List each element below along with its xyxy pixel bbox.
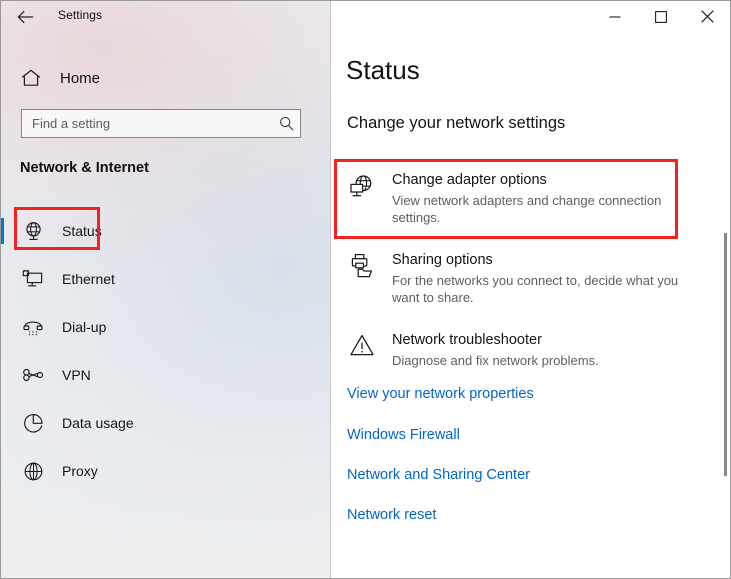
feature-title: Sharing options <box>392 252 493 268</box>
sidebar-item-label: Status <box>62 223 102 239</box>
vpn-key-icon <box>20 362 46 388</box>
feature-change-adapter-options[interactable]: Change adapter options View network adap… <box>347 171 687 226</box>
network-adapter-icon <box>347 171 377 203</box>
sidebar-home-label: Home <box>60 69 101 87</box>
sidebar-item-status[interactable]: Status <box>1 207 331 255</box>
feature-description: View network adapters and change connect… <box>392 193 662 225</box>
feature-title: Network troubleshooter <box>392 332 542 348</box>
globe-proxy-icon <box>20 458 46 484</box>
selection-indicator <box>1 218 4 244</box>
sidebar: Home Network & Internet <box>1 1 331 578</box>
globe-status-icon <box>20 218 46 244</box>
sidebar-section-title: Network & Internet <box>20 160 149 176</box>
sidebar-item-label: Ethernet <box>62 271 115 287</box>
sidebar-item-label: Data usage <box>62 415 134 431</box>
sidebar-item-label: Proxy <box>62 463 98 479</box>
scrollbar[interactable] <box>720 1 730 578</box>
feature-text: Change adapter options View network adap… <box>392 171 687 226</box>
title-bar: Settings <box>1 1 730 33</box>
maximize-icon[interactable] <box>638 1 684 32</box>
link-windows-firewall[interactable]: Windows Firewall <box>347 427 460 443</box>
feature-sharing-options[interactable]: Sharing options For the networks you con… <box>347 251 687 306</box>
link-network-sharing-center[interactable]: Network and Sharing Center <box>347 467 530 483</box>
pie-chart-icon <box>20 410 46 436</box>
feature-text: Sharing options For the networks you con… <box>392 251 687 306</box>
sidebar-item-home[interactable]: Home <box>1 61 330 95</box>
ethernet-icon <box>20 266 46 292</box>
sidebar-item-label: Dial-up <box>62 319 107 335</box>
settings-window: Settings Home Find a setting Network & I… <box>0 0 731 579</box>
feature-title: Change adapter options <box>392 172 547 188</box>
back-arrow-icon[interactable] <box>9 3 41 31</box>
link-view-network-properties[interactable]: View your network properties <box>347 386 534 402</box>
sidebar-item-label: VPN <box>62 367 91 383</box>
sidebar-item-vpn[interactable]: VPN <box>1 351 331 399</box>
sidebar-item-proxy[interactable]: Proxy <box>1 447 331 495</box>
link-network-reset[interactable]: Network reset <box>347 507 436 523</box>
app-title: Settings <box>58 8 103 22</box>
content-pane: Status Change your network settings Chan… <box>332 1 730 578</box>
feature-text: Network troubleshooter Diagnose and fix … <box>392 331 599 369</box>
search-icon[interactable] <box>272 110 300 137</box>
feature-network-troubleshooter[interactable]: Network troubleshooter Diagnose and fix … <box>347 331 687 369</box>
feature-description: For the networks you connect to, decide … <box>392 273 679 305</box>
sidebar-nav-list: Status Ethernet Dial-up VPN Data usage P… <box>1 207 331 495</box>
minimize-icon[interactable] <box>592 1 638 32</box>
page-title: Status <box>346 55 420 85</box>
scrollbar-thumb[interactable] <box>724 233 727 476</box>
close-icon[interactable] <box>684 1 730 32</box>
section-subtitle: Change your network settings <box>347 114 566 132</box>
sidebar-item-dial-up[interactable]: Dial-up <box>1 303 331 351</box>
home-icon <box>19 66 43 90</box>
search-box[interactable] <box>21 109 301 138</box>
sharing-printer-icon <box>347 251 377 283</box>
sidebar-item-data-usage[interactable]: Data usage <box>1 399 331 447</box>
warning-triangle-icon <box>347 331 377 363</box>
dialup-phone-icon <box>20 314 46 340</box>
search-input[interactable] <box>22 110 272 137</box>
feature-description: Diagnose and fix network problems. <box>392 353 599 368</box>
sidebar-item-ethernet[interactable]: Ethernet <box>1 255 331 303</box>
